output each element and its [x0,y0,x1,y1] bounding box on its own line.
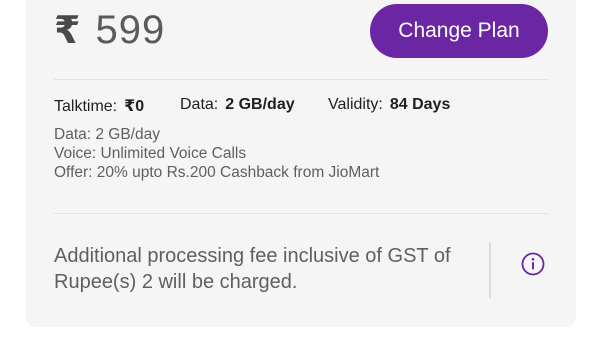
talktime-value: ₹0 [124,98,145,115]
talktime-label: Talktime: [54,98,118,115]
processing-fee-notice: Additional processing fee inclusive of G… [54,245,451,293]
divider [54,213,548,214]
info-icon[interactable] [521,252,545,276]
talktime-summary: Talktime: ₹0 [54,96,180,116]
plan-summary: Talktime: ₹0 Data: 2 GB/day Validity: 84… [54,96,450,116]
data-label: Data: [180,96,219,113]
detail-line: Voice: Unlimited Voice Calls [54,145,247,162]
divider [54,79,548,80]
validity-value: 84 Days [389,96,451,113]
vertical-divider [489,242,491,298]
plan-price: ₹ 599 [54,8,165,53]
price-amount: 599 [95,8,166,52]
plan-details: Data: 2 GB/day Voice: Unlimited Voice Ca… [54,125,379,182]
detail-line: Data: 2 GB/day [54,126,160,143]
validity-label: Validity: [328,96,383,113]
data-summary: Data: 2 GB/day [180,96,328,116]
change-plan-button[interactable]: Change Plan [370,4,548,58]
currency-symbol: ₹ [54,10,82,52]
data-value: 2 GB/day [225,96,295,113]
validity-summary: Validity: 84 Days [328,96,450,116]
detail-line: Offer: 20% upto Rs.200 Cashback from Jio… [54,164,380,181]
